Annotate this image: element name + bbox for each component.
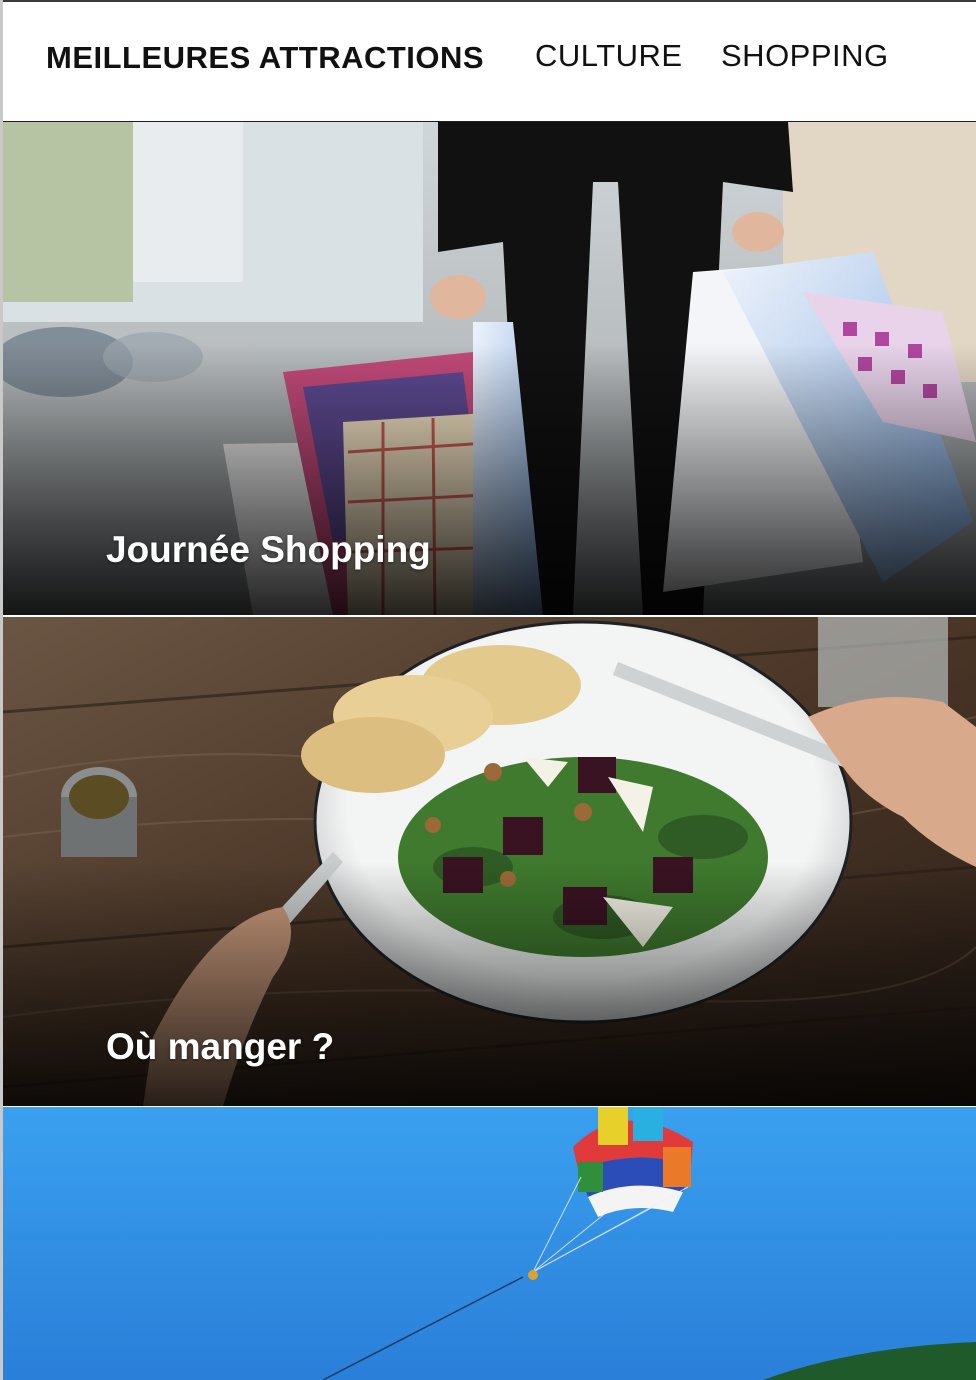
card-ou-manger[interactable]: Où manger ?: [3, 617, 976, 1106]
card-title: Où manger ?: [106, 1026, 335, 1067]
parasailing-image: [3, 1107, 976, 1380]
nav-item-shopping[interactable]: SHOPPING: [721, 38, 889, 74]
top-navigation: MEILLEURES ATTRACTIONS CULTURE SHOPPING: [3, 2, 976, 122]
card-parasailing[interactable]: [3, 1107, 976, 1380]
page: MEILLEURES ATTRACTIONS CULTURE SHOPPING: [0, 0, 976, 1380]
card-journee-shopping[interactable]: Journée Shopping: [3, 122, 976, 615]
nav-item-meilleures-attractions[interactable]: MEILLEURES ATTRACTIONS: [46, 40, 484, 76]
nav-item-culture[interactable]: CULTURE: [535, 38, 683, 74]
card-title: Journée Shopping: [106, 529, 431, 570]
